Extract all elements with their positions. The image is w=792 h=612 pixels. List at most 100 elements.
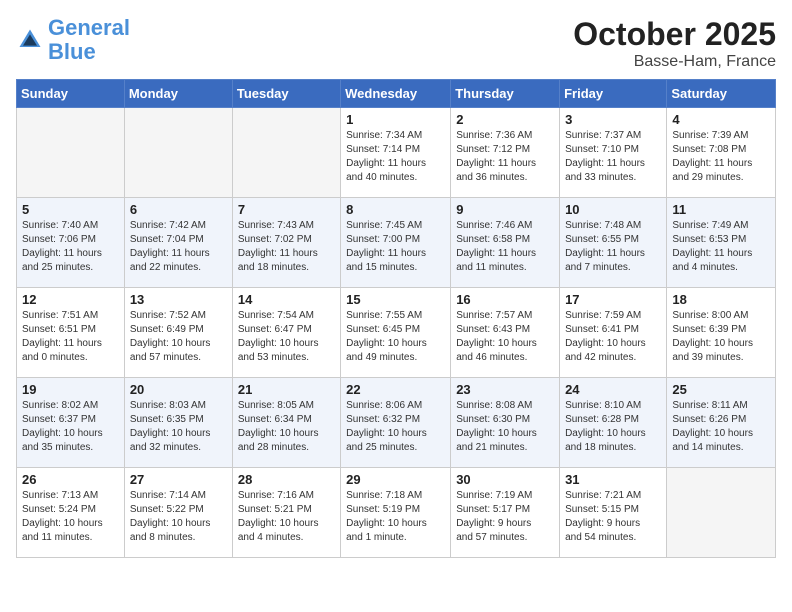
day-info: Sunrise: 7:49 AM Sunset: 6:53 PM Dayligh…: [672, 219, 770, 275]
day-info: Sunrise: 7:59 AM Sunset: 6:41 PM Dayligh…: [565, 309, 661, 365]
calendar-cell: 14 Sunrise: 7:54 AM Sunset: 6:47 PM Dayli…: [232, 288, 340, 378]
day-info: Sunrise: 7:45 AM Sunset: 7:00 PM Dayligh…: [346, 219, 445, 275]
calendar-cell: 6Sunrise: 7:42 AM Sunset: 7:04 PM Daylig…: [124, 198, 232, 288]
calendar-cell: [17, 108, 125, 198]
day-info: Sunrise: 8:06 AM Sunset: 6:32 PM Dayligh…: [346, 399, 445, 455]
day-number: 7: [238, 202, 335, 217]
day-number: 17: [565, 292, 661, 307]
day-info: Sunrise: 7:43 AM Sunset: 7:02 PM Dayligh…: [238, 219, 335, 275]
month-title: October 2025: [573, 16, 776, 53]
day-info: Sunrise: 7:34 AM Sunset: 7:14 PM Dayligh…: [346, 129, 445, 185]
day-info: Sunrise: 7:36 AM Sunset: 7:12 PM Dayligh…: [456, 129, 554, 185]
day-info: Sunrise: 7:57 AM Sunset: 6:43 PM Dayligh…: [456, 309, 554, 365]
calendar-cell: 31 Sunrise: 7:21 AM Sunset: 5:15 PM Dayli…: [560, 468, 667, 558]
day-info: Sunrise: 7:37 AM Sunset: 7:10 PM Dayligh…: [565, 129, 661, 185]
day-info: Sunrise: 7:21 AM Sunset: 5:15 PM Dayligh…: [565, 489, 661, 545]
day-info: Sunrise: 7:48 AM Sunset: 6:55 PM Dayligh…: [565, 219, 661, 275]
calendar-cell: 29Sunrise: 7:18 AM Sunset: 5:19 PM Dayli…: [341, 468, 451, 558]
weekday-header: Thursday: [451, 80, 560, 108]
day-number: 3: [565, 112, 661, 127]
calendar-cell: 1 Sunrise: 7:34 AM Sunset: 7:14 PM Daylig…: [341, 108, 451, 198]
day-info: Sunrise: 7:52 AM Sunset: 6:49 PM Dayligh…: [130, 309, 227, 365]
day-number: 5: [22, 202, 119, 217]
calendar-cell: [232, 108, 340, 198]
calendar-cell: 2Sunrise: 7:36 AM Sunset: 7:12 PM Daylig…: [451, 108, 560, 198]
day-info: Sunrise: 7:16 AM Sunset: 5:21 PM Dayligh…: [238, 489, 335, 545]
day-info: Sunrise: 8:10 AM Sunset: 6:28 PM Dayligh…: [565, 399, 661, 455]
logo-icon: [16, 26, 44, 54]
day-number: 20: [130, 382, 227, 397]
logo-text: General Blue: [48, 16, 130, 64]
day-number: 25: [672, 382, 770, 397]
week-row: 12 Sunrise: 7:51 AM Sunset: 6:51 PM Dayli…: [17, 288, 776, 378]
day-number: 9: [456, 202, 554, 217]
day-number: 10: [565, 202, 661, 217]
day-number: 14: [238, 292, 335, 307]
weekday-header: Tuesday: [232, 80, 340, 108]
day-number: 1: [346, 112, 445, 127]
day-info: Sunrise: 8:05 AM Sunset: 6:34 PM Dayligh…: [238, 399, 335, 455]
day-info: Sunrise: 8:00 AM Sunset: 6:39 PM Dayligh…: [672, 309, 770, 365]
day-info: Sunrise: 7:54 AM Sunset: 6:47 PM Dayligh…: [238, 309, 335, 365]
location: Basse-Ham, France: [573, 53, 776, 71]
day-number: 31: [565, 472, 661, 487]
calendar-cell: 13 Sunrise: 7:52 AM Sunset: 6:49 PM Dayli…: [124, 288, 232, 378]
week-row: 19Sunrise: 8:02 AM Sunset: 6:37 PM Dayli…: [17, 378, 776, 468]
page-header: General Blue October 2025 Basse-Ham, Fra…: [16, 16, 776, 71]
calendar-cell: 18 Sunrise: 8:00 AM Sunset: 6:39 PM Dayli…: [667, 288, 776, 378]
weekday-header: Saturday: [667, 80, 776, 108]
calendar-table: SundayMondayTuesdayWednesdayThursdayFrid…: [16, 79, 776, 558]
day-number: 23: [456, 382, 554, 397]
day-number: 12: [22, 292, 119, 307]
title-block: October 2025 Basse-Ham, France: [573, 16, 776, 71]
week-row: 1 Sunrise: 7:34 AM Sunset: 7:14 PM Daylig…: [17, 108, 776, 198]
day-info: Sunrise: 7:39 AM Sunset: 7:08 PM Dayligh…: [672, 129, 770, 185]
calendar-cell: 4Sunrise: 7:39 AM Sunset: 7:08 PM Daylig…: [667, 108, 776, 198]
day-number: 24: [565, 382, 661, 397]
calendar-cell: [124, 108, 232, 198]
day-number: 27: [130, 472, 227, 487]
calendar-cell: [667, 468, 776, 558]
calendar-cell: 28Sunrise: 7:16 AM Sunset: 5:21 PM Dayli…: [232, 468, 340, 558]
calendar-cell: 9 Sunrise: 7:46 AM Sunset: 6:58 PM Daylig…: [451, 198, 560, 288]
weekday-header: Wednesday: [341, 80, 451, 108]
day-number: 21: [238, 382, 335, 397]
week-row: 5Sunrise: 7:40 AM Sunset: 7:06 PM Daylig…: [17, 198, 776, 288]
calendar-cell: 12 Sunrise: 7:51 AM Sunset: 6:51 PM Dayli…: [17, 288, 125, 378]
day-info: Sunrise: 8:08 AM Sunset: 6:30 PM Dayligh…: [456, 399, 554, 455]
calendar-cell: 27 Sunrise: 7:14 AM Sunset: 5:22 PM Dayli…: [124, 468, 232, 558]
calendar-cell: 8Sunrise: 7:45 AM Sunset: 7:00 PM Daylig…: [341, 198, 451, 288]
day-info: Sunrise: 8:03 AM Sunset: 6:35 PM Dayligh…: [130, 399, 227, 455]
day-info: Sunrise: 7:46 AM Sunset: 6:58 PM Dayligh…: [456, 219, 554, 275]
calendar-cell: 16 Sunrise: 7:57 AM Sunset: 6:43 PM Dayli…: [451, 288, 560, 378]
day-info: Sunrise: 7:51 AM Sunset: 6:51 PM Dayligh…: [22, 309, 119, 365]
calendar-cell: 11Sunrise: 7:49 AM Sunset: 6:53 PM Dayli…: [667, 198, 776, 288]
weekday-header: Monday: [124, 80, 232, 108]
calendar-cell: 30 Sunrise: 7:19 AM Sunset: 5:17 PM Dayli…: [451, 468, 560, 558]
calendar-cell: 3 Sunrise: 7:37 AM Sunset: 7:10 PM Daylig…: [560, 108, 667, 198]
calendar-cell: 20 Sunrise: 8:03 AM Sunset: 6:35 PM Dayli…: [124, 378, 232, 468]
week-row: 26Sunrise: 7:13 AM Sunset: 5:24 PM Dayli…: [17, 468, 776, 558]
day-number: 16: [456, 292, 554, 307]
day-number: 29: [346, 472, 445, 487]
day-number: 30: [456, 472, 554, 487]
calendar-cell: 15Sunrise: 7:55 AM Sunset: 6:45 PM Dayli…: [341, 288, 451, 378]
calendar-cell: 10 Sunrise: 7:48 AM Sunset: 6:55 PM Dayli…: [560, 198, 667, 288]
day-number: 22: [346, 382, 445, 397]
calendar-cell: 7 Sunrise: 7:43 AM Sunset: 7:02 PM Daylig…: [232, 198, 340, 288]
day-info: Sunrise: 7:14 AM Sunset: 5:22 PM Dayligh…: [130, 489, 227, 545]
day-number: 6: [130, 202, 227, 217]
logo: General Blue: [16, 16, 130, 64]
day-number: 19: [22, 382, 119, 397]
day-number: 18: [672, 292, 770, 307]
calendar-cell: 23 Sunrise: 8:08 AM Sunset: 6:30 PM Dayli…: [451, 378, 560, 468]
day-number: 13: [130, 292, 227, 307]
calendar-cell: 5Sunrise: 7:40 AM Sunset: 7:06 PM Daylig…: [17, 198, 125, 288]
weekday-header: Sunday: [17, 80, 125, 108]
calendar-cell: 26Sunrise: 7:13 AM Sunset: 5:24 PM Dayli…: [17, 468, 125, 558]
calendar-cell: 17 Sunrise: 7:59 AM Sunset: 6:41 PM Dayli…: [560, 288, 667, 378]
day-info: Sunrise: 7:13 AM Sunset: 5:24 PM Dayligh…: [22, 489, 119, 545]
day-info: Sunrise: 7:19 AM Sunset: 5:17 PM Dayligh…: [456, 489, 554, 545]
day-number: 15: [346, 292, 445, 307]
calendar-cell: 19Sunrise: 8:02 AM Sunset: 6:37 PM Dayli…: [17, 378, 125, 468]
